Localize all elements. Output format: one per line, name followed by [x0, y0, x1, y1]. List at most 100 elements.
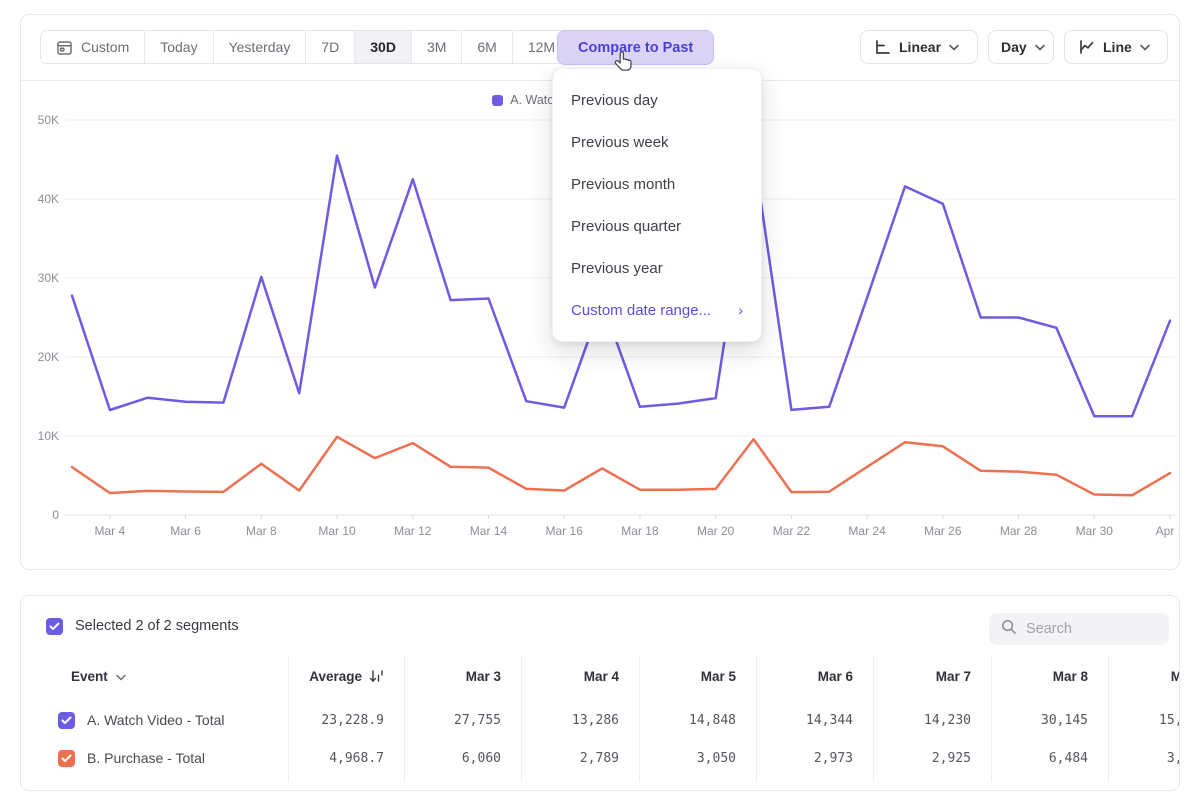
line-chart-icon	[1077, 38, 1095, 56]
calendar-icon	[56, 39, 73, 56]
x-axis-tick-label: Mar 20	[697, 524, 735, 538]
cell-value: 13,286	[521, 713, 639, 728]
average-column-label: Average	[309, 669, 362, 684]
cell-value: 15,417	[1108, 713, 1180, 728]
column-divider	[756, 656, 757, 782]
cell-value: 3,102	[1108, 751, 1180, 766]
date-column-header[interactable]: Mar 7	[873, 669, 991, 684]
search-box[interactable]	[989, 613, 1169, 645]
cell-value: 6,060	[404, 751, 521, 766]
date-range-label: 12M	[528, 39, 555, 55]
date-column-header[interactable]: Mar 5	[639, 669, 756, 684]
date-range-label: 6M	[477, 39, 496, 55]
row-checkbox[interactable]	[58, 750, 75, 767]
menu-item-previous-quarter[interactable]: Previous quarter	[553, 205, 761, 247]
x-axis-tick-label: Mar 26	[924, 524, 962, 538]
date-range-segmented-control: Custom Today Yesterday 7D 30D 3M 6M 12M	[40, 30, 571, 64]
x-axis-tick-label: Apr 1	[1156, 524, 1179, 538]
interval-dropdown-button[interactable]: Day	[988, 30, 1054, 64]
chart-type-dropdown-button[interactable]: Line	[1064, 30, 1168, 64]
date-range-label: Today	[160, 39, 197, 55]
series-line-purchase[interactable]	[72, 437, 1170, 496]
custom-date-range-label: Custom date range...	[571, 302, 711, 319]
date-range-7d[interactable]: 7D	[306, 31, 355, 63]
x-axis-tick-label: Mar 22	[773, 524, 811, 538]
column-divider	[404, 656, 405, 782]
compare-to-past-label: Compare to Past	[578, 40, 693, 56]
date-column-header[interactable]: Mar 4	[521, 669, 639, 684]
search-icon	[1001, 619, 1017, 640]
cell-value: 2,925	[873, 751, 991, 766]
date-range-label: 7D	[321, 39, 339, 55]
menu-item-previous-day[interactable]: Previous day	[553, 79, 761, 121]
column-divider	[991, 656, 992, 782]
cell-value: 14,344	[756, 713, 873, 728]
chevron-down-icon	[949, 44, 959, 51]
date-column-header[interactable]: Mar 3	[404, 669, 521, 684]
date-column-header[interactable]: Mar 6	[756, 669, 873, 684]
chevron-right-icon: ›	[738, 302, 743, 318]
date-range-label: 30D	[370, 39, 396, 55]
interval-label: Day	[1001, 39, 1027, 55]
row-label: A. Watch Video - Total	[87, 712, 224, 728]
cell-value: 14,848	[639, 713, 756, 728]
average-column-header[interactable]: Average	[288, 669, 404, 684]
y-axis-tick-label: 40K	[38, 192, 59, 206]
check-icon	[61, 716, 72, 725]
cell-value: 14,230	[873, 713, 991, 728]
table-header-bar: Selected 2 of 2 segments	[21, 596, 1179, 656]
select-all-checkbox[interactable]	[46, 618, 63, 635]
x-axis-tick-label: Mar 6	[170, 524, 201, 538]
date-range-label: 3M	[427, 39, 446, 55]
column-divider	[639, 656, 640, 782]
selected-summary: Selected 2 of 2 segments	[75, 618, 239, 634]
date-column-header[interactable]: Mar 8	[991, 669, 1108, 684]
event-column-header[interactable]: Event	[21, 669, 288, 684]
cell-value: 2,973	[756, 751, 873, 766]
chevron-down-icon	[1035, 44, 1045, 51]
x-axis-tick-label: Mar 8	[246, 524, 277, 538]
menu-item-previous-week[interactable]: Previous week	[553, 121, 761, 163]
average-value: 23,228.9	[288, 713, 404, 728]
check-icon	[49, 622, 60, 631]
date-range-6m[interactable]: 6M	[462, 31, 512, 63]
x-axis-tick-label: Mar 14	[470, 524, 508, 538]
x-axis-tick-label: Mar 28	[1000, 524, 1038, 538]
average-value: 4,968.7	[288, 751, 404, 766]
page: Custom Today Yesterday 7D 30D 3M 6M 12M Compare…	[0, 0, 1200, 802]
date-range-yesterday[interactable]: Yesterday	[214, 31, 307, 63]
y-axis-tick-label: 10K	[38, 429, 59, 443]
date-range-today[interactable]: Today	[145, 31, 213, 63]
menu-item-custom-date-range[interactable]: Custom date range... ›	[553, 289, 761, 331]
menu-item-previous-year[interactable]: Previous year	[553, 247, 761, 289]
date-range-custom[interactable]: Custom	[41, 31, 145, 63]
table-header-row: Event Average Mar 3Mar 4Mar 5Mar 6Mar 7M…	[21, 656, 1180, 696]
chevron-down-icon	[116, 669, 126, 684]
date-range-30d[interactable]: 30D	[355, 31, 412, 63]
chart-type-label: Line	[1103, 39, 1132, 55]
table-row: B. Purchase - Total4,968.76,0602,7893,05…	[21, 739, 1180, 777]
scale-dropdown-button[interactable]: Linear	[860, 30, 978, 64]
x-axis-tick-label: Mar 4	[95, 524, 126, 538]
y-axis-tick-label: 50K	[38, 113, 59, 127]
y-axis-tick-label: 30K	[38, 271, 59, 285]
menu-item-previous-month[interactable]: Previous month	[553, 163, 761, 205]
search-input[interactable]	[1026, 621, 1156, 637]
row-checkbox[interactable]	[58, 712, 75, 729]
y-axis-tick-label: 0	[52, 508, 59, 522]
check-icon	[61, 754, 72, 763]
cell-value: 27,755	[404, 713, 521, 728]
sort-descending-icon	[369, 669, 384, 683]
cell-value: 6,484	[991, 751, 1108, 766]
date-range-label: Yesterday	[229, 39, 291, 55]
date-range-3m[interactable]: 3M	[412, 31, 462, 63]
x-axis-tick-label: Mar 16	[546, 524, 584, 538]
compare-to-past-button[interactable]: Compare to Past	[557, 30, 714, 65]
table-row: A. Watch Video - Total 23,228.927,75513,2…	[21, 701, 1180, 739]
cell-value: 3,050	[639, 751, 756, 766]
cell-value: 30,145	[991, 713, 1108, 728]
date-column-header[interactable]: Mar 9	[1108, 669, 1180, 684]
column-divider	[521, 656, 522, 782]
column-divider	[288, 656, 289, 782]
x-axis-tick-label: Mar 30	[1076, 524, 1114, 538]
